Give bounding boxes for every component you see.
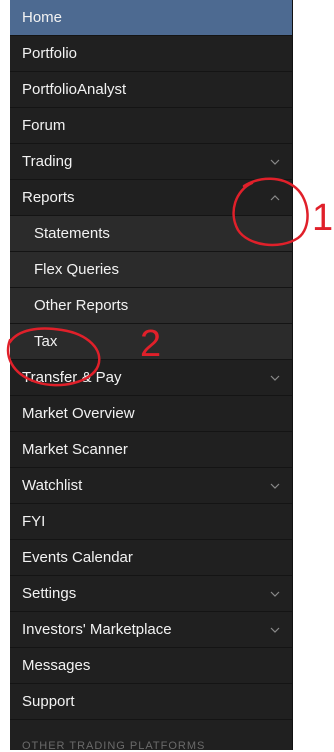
nav-item-investors-marketplace[interactable]: Investors' Marketplace (10, 612, 292, 648)
nav-item-label: Investors' Marketplace (22, 621, 172, 638)
chevron-up-icon[interactable] (268, 191, 282, 205)
sidebar-nav: Home Portfolio PortfolioAnalyst Forum Tr… (10, 0, 293, 752)
nav-item-portfolioanalyst[interactable]: PortfolioAnalyst (10, 72, 292, 108)
nav-item-label: Settings (22, 585, 77, 602)
nav-item-label: Watchlist (22, 477, 83, 494)
nav-item-label: Home (22, 9, 63, 26)
nav-subitem-tax[interactable]: Tax (10, 324, 292, 360)
annotation-number-1: 1 (312, 197, 333, 239)
nav-item-transfer-pay[interactable]: Transfer & Pay (10, 360, 292, 396)
nav-item-settings[interactable]: Settings (10, 576, 292, 612)
nav-item-label: Flex Queries (34, 261, 120, 278)
nav-item-label: PortfolioAnalyst (22, 81, 127, 98)
nav-item-label: Statements (34, 225, 110, 242)
nav-item-reports[interactable]: Reports (10, 180, 292, 216)
nav-item-label: Portfolio (22, 45, 78, 62)
nav-item-label: Tax (34, 333, 58, 350)
nav-item-label: Reports (22, 189, 75, 206)
nav-item-watchlist[interactable]: Watchlist (10, 468, 292, 504)
nav-item-label: Other Reports (34, 297, 129, 314)
nav-item-label: Market Scanner (22, 441, 128, 458)
chevron-down-icon[interactable] (268, 371, 282, 385)
nav-item-portfolio[interactable]: Portfolio (10, 36, 292, 72)
nav-item-market-overview[interactable]: Market Overview (10, 396, 292, 432)
nav-item-home[interactable]: Home (10, 0, 292, 36)
other-platforms-heading: OTHER TRADING PLATFORMS (22, 740, 206, 752)
nav-item-market-scanner[interactable]: Market Scanner (10, 432, 292, 468)
nav-item-label: Transfer & Pay (22, 369, 122, 386)
chevron-down-icon[interactable] (268, 155, 282, 169)
nav-subitem-statements[interactable]: Statements (10, 216, 292, 252)
nav-item-events-calendar[interactable]: Events Calendar (10, 540, 292, 576)
nav-subitem-other-reports[interactable]: Other Reports (10, 288, 292, 324)
chevron-down-icon[interactable] (268, 479, 282, 493)
nav-item-messages[interactable]: Messages (10, 648, 292, 684)
nav-item-label: Trading (22, 153, 73, 170)
nav-item-support[interactable]: Support (10, 684, 292, 720)
nav-item-label: Messages (22, 657, 91, 674)
nav-item-fyi[interactable]: FYI (10, 504, 292, 540)
chevron-down-icon[interactable] (268, 587, 282, 601)
nav-item-label: Market Overview (22, 405, 135, 422)
nav-item-label: FYI (22, 513, 46, 530)
chevron-down-icon[interactable] (268, 623, 282, 637)
nav-item-forum[interactable]: Forum (10, 108, 292, 144)
nav-item-label: Forum (22, 117, 66, 134)
nav-subitem-flex-queries[interactable]: Flex Queries (10, 252, 292, 288)
nav-item-label: Events Calendar (22, 549, 133, 566)
nav-item-label: Support (22, 693, 75, 710)
nav-item-trading[interactable]: Trading (10, 144, 292, 180)
